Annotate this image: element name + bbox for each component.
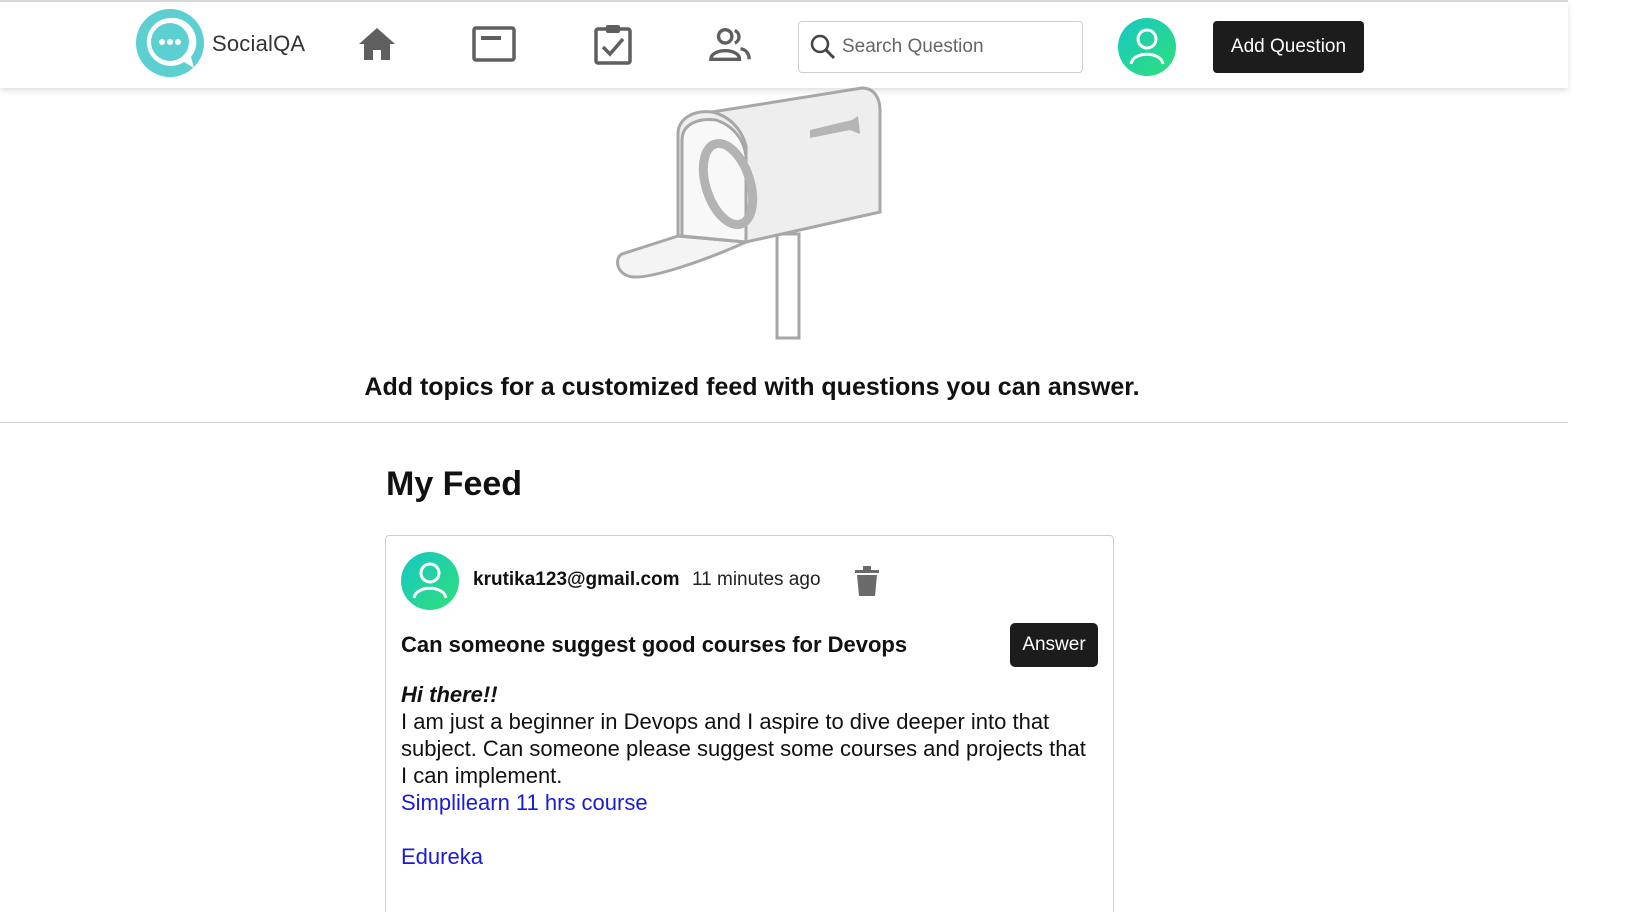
question-title[interactable]: Can someone suggest good courses for Dev… (401, 632, 907, 658)
app-name: SocialQA (212, 31, 306, 56)
top-navbar: SocialQA Search Question Add Question (0, 0, 1568, 88)
nav-people[interactable] (708, 22, 752, 66)
question-text: I am just a beginner in Devops and I asp… (401, 709, 1086, 788)
feed-icon (472, 26, 516, 62)
author-avatar-icon[interactable] (401, 552, 459, 610)
search-box[interactable] (798, 21, 1083, 73)
section-divider (0, 422, 1568, 423)
question-card: krutika123@gmail.com 11 minutes ago Can … (385, 535, 1114, 912)
search-icon (810, 34, 836, 60)
search-input[interactable] (842, 36, 1072, 58)
topics-message: Add topics for a customized feed with qu… (364, 373, 1140, 401)
author-email: krutika123@gmail.com (473, 569, 680, 590)
chat-bubble-logo-icon (136, 9, 204, 77)
question-body: Hi there!! I am just a beginner in Devop… (401, 681, 1091, 870)
nav-tasks[interactable] (591, 22, 635, 66)
question-greeting: Hi there!! (401, 682, 498, 707)
feed-title: My Feed (386, 465, 523, 503)
nav-feed[interactable] (472, 22, 516, 66)
post-timestamp: 11 minutes ago (692, 569, 821, 590)
link-edureka[interactable]: Edureka (401, 843, 1091, 870)
home-icon (359, 28, 395, 60)
nav-home[interactable] (355, 22, 399, 66)
body-spacer (401, 816, 1091, 843)
people-icon (709, 27, 751, 61)
delete-trash-icon[interactable] (854, 566, 880, 596)
user-avatar-icon[interactable] (1118, 18, 1176, 76)
answer-button[interactable]: Answer (1010, 623, 1098, 667)
mailbox-illustration (616, 86, 882, 340)
add-question-button[interactable]: Add Question (1213, 21, 1364, 73)
link-simplilearn[interactable]: Simplilearn 11 hrs course (401, 789, 1091, 816)
app-logo[interactable]: SocialQA (134, 8, 305, 80)
tasks-icon (594, 25, 632, 65)
